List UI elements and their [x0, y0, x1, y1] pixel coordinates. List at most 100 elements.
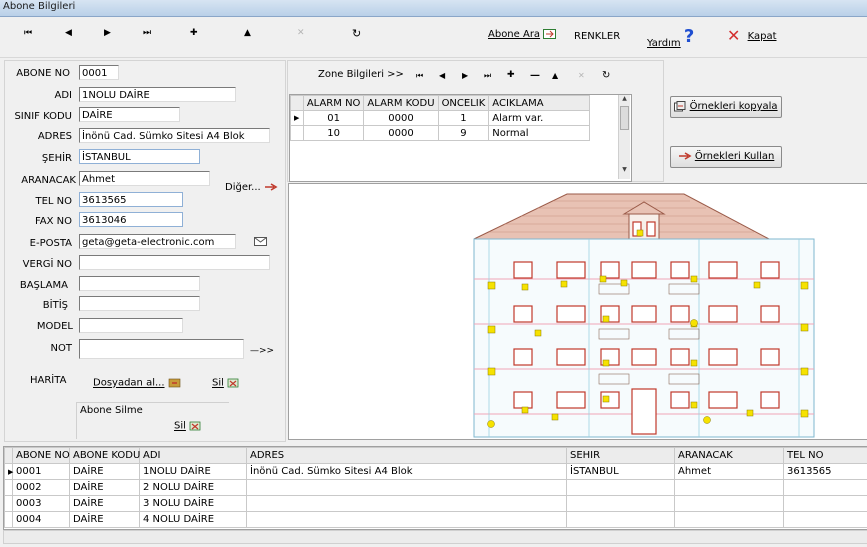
- last-record-icon[interactable]: ⏭: [143, 28, 151, 38]
- use-examples-button[interactable]: Örnekleri Kullan: [670, 146, 782, 168]
- col-aranacak[interactable]: ARANACAK: [674, 447, 784, 464]
- colors-button[interactable]: RENKLER: [574, 31, 620, 42]
- model-field[interactable]: [79, 318, 183, 333]
- zone-cell[interactable]: 10: [302, 125, 365, 141]
- zone-add-icon[interactable]: ✚: [507, 70, 515, 80]
- cell[interactable]: [783, 495, 867, 512]
- zone-col-aciklama[interactable]: ACIKLAMA: [488, 95, 590, 111]
- cell[interactable]: DAİRE: [69, 479, 140, 496]
- cell[interactable]: 0002: [12, 479, 70, 496]
- cell[interactable]: 3613565: [783, 463, 867, 480]
- zone-cell[interactable]: 0000: [363, 110, 439, 126]
- zone-cell[interactable]: 1: [437, 110, 490, 126]
- subscriber-row[interactable]: ▶ 0001 DAİRE 1NOLU DAİRE İnönü Cad. Sümk…: [4, 463, 867, 480]
- cell[interactable]: 2 NOLU DAİRE: [139, 479, 247, 496]
- cell[interactable]: [566, 495, 675, 512]
- horizontal-scrollbar[interactable]: [3, 530, 867, 544]
- cell[interactable]: Ahmet: [674, 463, 784, 480]
- col-sehir[interactable]: SEHIR: [566, 447, 675, 464]
- cell[interactable]: [674, 495, 784, 512]
- refresh-icon[interactable]: ↻: [352, 27, 361, 40]
- subscriber-row[interactable]: 0004 DAİRE 4 NOLU DAİRE: [4, 511, 867, 528]
- cell[interactable]: 4 NOLU DAİRE: [139, 511, 247, 528]
- zone-next-icon[interactable]: ▶: [462, 71, 468, 80]
- abone-no-field[interactable]: 0001: [79, 65, 119, 80]
- cell[interactable]: [674, 479, 784, 496]
- scroll-down-icon[interactable]: ▼: [619, 166, 630, 173]
- add-record-icon[interactable]: ✚: [190, 28, 198, 38]
- cell[interactable]: [566, 511, 675, 528]
- edit-up-icon[interactable]: ▲: [244, 28, 251, 38]
- zone-cell[interactable]: 01: [302, 110, 365, 126]
- adi-field[interactable]: 1NOLU DAİRE: [79, 87, 236, 102]
- zone-prev-icon[interactable]: ◀: [439, 71, 445, 80]
- cell[interactable]: 0003: [12, 495, 70, 512]
- tel-no-field[interactable]: 3613565: [79, 192, 183, 207]
- copy-examples-button[interactable]: Örnekleri kopyala: [670, 96, 782, 118]
- adres-field[interactable]: İnönü Cad. Sümko Sitesi A4 Blok: [79, 128, 270, 143]
- cell[interactable]: İnönü Cad. Sümko Sitesi A4 Blok: [246, 463, 567, 480]
- zone-col-alarm-kodu[interactable]: ALARM KODU: [363, 95, 439, 111]
- cell[interactable]: İSTANBUL: [566, 463, 675, 480]
- zone-row[interactable]: 10 0000 9 Normal: [290, 125, 590, 141]
- bitis-field[interactable]: [79, 296, 200, 311]
- zone-col-alarm-no[interactable]: ALARM NO: [302, 95, 365, 111]
- cell[interactable]: [783, 479, 867, 496]
- cell[interactable]: [674, 511, 784, 528]
- more-arrow-button[interactable]: —>>: [250, 346, 274, 356]
- cell[interactable]: [246, 479, 567, 496]
- cell[interactable]: 1NOLU DAİRE: [139, 463, 247, 480]
- cell[interactable]: [783, 511, 867, 528]
- cancel-edit-icon[interactable]: ✕: [297, 28, 305, 38]
- close-button[interactable]: ✕ Kapat: [727, 26, 777, 45]
- subscriber-row[interactable]: 0002 DAİRE 2 NOLU DAİRE: [4, 479, 867, 496]
- zone-row[interactable]: ▶ 01 0000 1 Alarm var.: [290, 110, 590, 126]
- sinif-kodu-field[interactable]: DAİRE: [79, 107, 180, 122]
- building-map[interactable]: [288, 183, 867, 440]
- mail-icon[interactable]: [254, 237, 267, 246]
- col-tel-no[interactable]: TEL NO: [783, 447, 867, 464]
- col-adres[interactable]: ADRES: [246, 447, 567, 464]
- first-record-icon[interactable]: ⏮: [24, 28, 32, 38]
- delete-subscriber-button[interactable]: Sil: [174, 420, 202, 432]
- col-abone-kodu[interactable]: ABONE KODU: [69, 447, 140, 464]
- zone-first-icon[interactable]: ⏮: [416, 71, 423, 81]
- vergi-no-field[interactable]: [79, 255, 270, 270]
- zone-refresh-icon[interactable]: ↻: [602, 70, 610, 81]
- eposta-field[interactable]: geta@geta-electronic.com: [79, 234, 236, 249]
- cell[interactable]: [246, 511, 567, 528]
- next-record-icon[interactable]: ▶: [104, 28, 111, 38]
- cell[interactable]: DAİRE: [69, 463, 140, 480]
- prev-record-icon[interactable]: ◀: [65, 28, 72, 38]
- delete-map-button[interactable]: Sil: [212, 377, 240, 389]
- fax-no-field[interactable]: 3613046: [79, 212, 183, 227]
- aranacak-field[interactable]: Ahmet: [79, 171, 210, 186]
- other-fields-button[interactable]: Diğer...: [225, 182, 278, 193]
- not-field[interactable]: [79, 339, 244, 359]
- zone-scrollbar[interactable]: ▲ ▼: [618, 95, 630, 179]
- cell[interactable]: 3 NOLU DAİRE: [139, 495, 247, 512]
- zone-last-icon[interactable]: ⏭: [484, 71, 491, 81]
- search-subscriber-button[interactable]: Abone Ara: [488, 29, 557, 40]
- zone-cell[interactable]: Normal: [488, 125, 590, 141]
- zone-cell[interactable]: 9: [437, 125, 490, 141]
- subscriber-row[interactable]: 0003 DAİRE 3 NOLU DAİRE: [4, 495, 867, 512]
- load-from-file-button[interactable]: Dosyadan al...: [93, 377, 181, 389]
- baslama-field[interactable]: [79, 276, 200, 291]
- help-button[interactable]: Yardım ?: [647, 26, 694, 49]
- cell[interactable]: DAİRE: [69, 495, 140, 512]
- scroll-thumb[interactable]: [620, 106, 629, 130]
- zone-cancel-icon[interactable]: ✕: [578, 71, 585, 80]
- sehir-field[interactable]: İSTANBUL: [79, 149, 200, 164]
- col-adi[interactable]: ADI: [139, 447, 247, 464]
- zone-cell[interactable]: 0000: [363, 125, 439, 141]
- col-abone-no[interactable]: ABONE NO: [12, 447, 70, 464]
- cell[interactable]: 0001: [12, 463, 70, 480]
- scroll-up-icon[interactable]: ▲: [619, 95, 630, 102]
- zone-cell[interactable]: Alarm var.: [488, 110, 590, 126]
- cell[interactable]: [566, 479, 675, 496]
- zone-up-icon[interactable]: ▲: [552, 71, 558, 80]
- cell[interactable]: DAİRE: [69, 511, 140, 528]
- cell[interactable]: 0004: [12, 511, 70, 528]
- zone-col-oncelik[interactable]: ONCELIK: [437, 95, 490, 111]
